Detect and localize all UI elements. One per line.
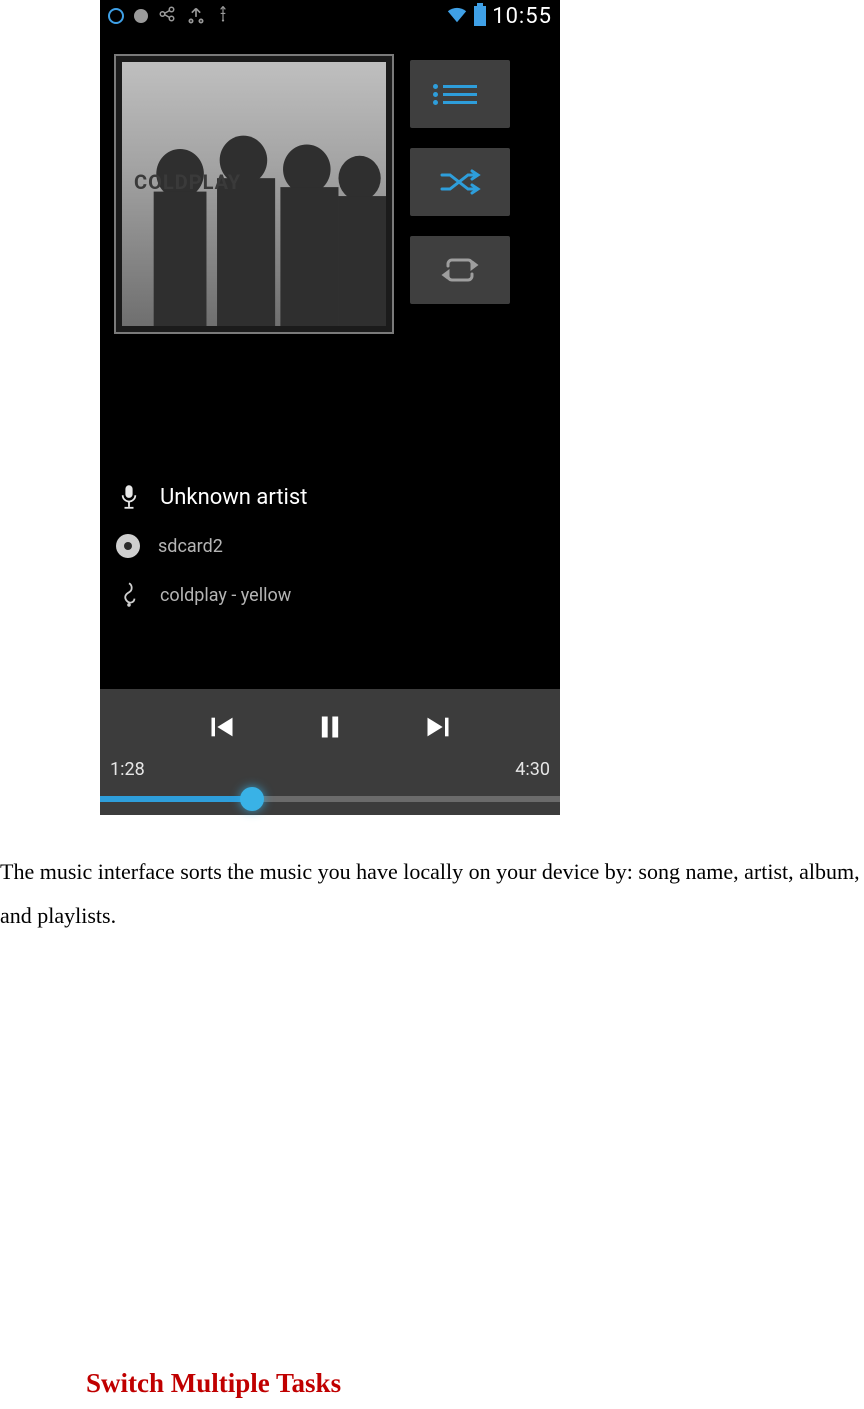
seek-bar[interactable] [100,780,560,820]
shuffle-icon [438,167,482,197]
status-clock: 10:55 [492,4,552,29]
battery-icon [474,6,486,26]
track-meta: Unknown artist sdcard2 coldplay - yellow [100,484,560,608]
track-row[interactable]: coldplay - yellow [116,582,544,608]
playback-controls: 1:28 4:30 [100,689,560,815]
globe-icon [108,8,124,24]
status-left-group [108,5,230,28]
phone-screenshot: 10:55 [100,0,560,815]
pause-button[interactable] [316,713,344,741]
previous-track-button[interactable] [208,713,236,741]
dot-icon [134,9,148,23]
album-art-image: COLDPLAY [122,62,386,326]
sync-icon [158,5,176,28]
repeat-icon [440,256,480,284]
control-buttons [100,689,560,759]
album-art[interactable]: COLDPLAY [114,54,394,334]
artist-label: Unknown artist [160,485,307,510]
time-row: 1:28 4:30 [100,759,560,780]
mic-icon [116,484,142,510]
list-icon [443,85,477,104]
status-bar: 10:55 [100,0,560,32]
treble-clef-icon [116,582,142,608]
playlist-button[interactable] [410,60,510,128]
next-track-button[interactable] [424,713,452,741]
share-icon [186,6,206,26]
usb-icon [216,5,230,28]
disc-icon [116,534,140,558]
elapsed-time: 1:28 [110,759,145,780]
seek-knob[interactable] [240,787,264,811]
artist-row[interactable]: Unknown artist [116,484,544,510]
shuffle-button[interactable] [410,148,510,216]
page: 10:55 [0,0,864,1409]
side-buttons [410,60,510,304]
wifi-icon [446,5,468,28]
document-heading: Switch Multiple Tasks [86,1368,341,1399]
now-playing-top-row: COLDPLAY [100,32,560,334]
album-band-silhouette [122,102,386,326]
total-time: 4:30 [515,759,550,780]
repeat-button[interactable] [410,236,510,304]
document-paragraph: The music interface sorts the music you … [0,850,864,938]
track-label: coldplay - yellow [160,585,291,606]
album-title-text: COLDPLAY [134,170,241,194]
seek-fill [100,796,252,802]
source-label: sdcard2 [158,536,223,557]
status-right-group: 10:55 [446,4,552,29]
source-row[interactable]: sdcard2 [116,534,544,558]
